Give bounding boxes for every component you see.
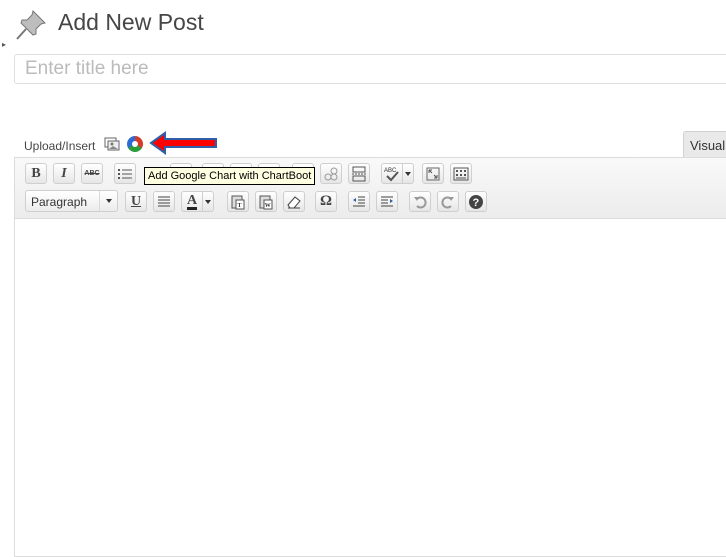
strikethrough-button[interactable]: ABC <box>81 163 103 184</box>
undo-icon <box>414 196 427 208</box>
svg-text:T: T <box>238 203 242 209</box>
outdent-icon <box>353 196 365 206</box>
tab-visual[interactable]: Visual <box>683 131 726 159</box>
svg-text:W: W <box>265 203 271 209</box>
bold-button[interactable]: B <box>25 163 47 184</box>
justify-icon <box>158 196 170 206</box>
spellcheck-icon: ABC <box>384 168 399 181</box>
paste-text-icon: T <box>231 195 245 209</box>
collapse-arrow-icon: ▸ <box>2 40 7 49</box>
svg-text:?: ? <box>473 197 480 209</box>
unlink-button[interactable] <box>320 163 342 184</box>
indent-button[interactable] <box>376 191 398 212</box>
remove-formatting-button[interactable] <box>283 191 305 212</box>
format-select-value: Paragraph <box>31 195 88 209</box>
svg-text:ABC: ABC <box>384 168 397 174</box>
red-arrow-annotation <box>149 131 217 155</box>
outdent-button[interactable] <box>348 191 370 212</box>
text-color-button[interactable]: A <box>181 191 203 212</box>
paste-as-text-button[interactable]: T <box>227 191 249 212</box>
text-color-icon: A <box>186 192 198 210</box>
chevron-down-icon <box>405 171 411 176</box>
insert-more-tag-button[interactable] <box>348 163 370 184</box>
text-color-dropdown[interactable] <box>203 191 214 212</box>
spellcheck-dropdown[interactable] <box>403 163 414 184</box>
underline-button[interactable]: U <box>125 191 147 212</box>
spellcheck-button[interactable]: ABC <box>381 163 403 184</box>
more-tag-icon <box>352 166 366 181</box>
fullscreen-icon <box>426 167 440 180</box>
chartboot-chart-icon[interactable] <box>127 136 143 152</box>
fullscreen-button[interactable] <box>422 163 444 184</box>
indent-icon <box>381 196 393 206</box>
unlink-icon <box>324 167 338 180</box>
chevron-down-icon <box>205 199 211 204</box>
redo-button[interactable] <box>437 191 459 212</box>
justify-button[interactable] <box>153 191 175 212</box>
undo-button[interactable] <box>409 191 431 212</box>
upload-insert-label: Upload/Insert <box>24 139 96 153</box>
format-select[interactable]: Paragraph <box>25 190 118 212</box>
paste-from-word-button[interactable]: W <box>255 191 277 212</box>
post-title-input[interactable] <box>14 54 726 84</box>
help-icon: ? <box>469 194 483 209</box>
bold-icon: B <box>31 165 41 181</box>
chevron-down-icon <box>99 191 117 211</box>
redo-icon <box>441 196 454 208</box>
eraser-icon <box>287 195 301 208</box>
kitchen-sink-button[interactable] <box>450 163 472 184</box>
strikethrough-icon: ABC <box>84 170 100 177</box>
italic-icon: I <box>61 165 67 181</box>
special-character-button[interactable]: Ω <box>315 191 337 212</box>
bullet-list-icon <box>118 168 132 179</box>
underline-icon: U <box>130 193 142 209</box>
italic-button[interactable]: I <box>53 163 75 184</box>
paste-word-icon: W <box>259 195 273 209</box>
page-title: Add New Post <box>58 9 204 35</box>
help-button[interactable]: ? <box>465 191 487 212</box>
pushpin-icon <box>16 10 46 40</box>
add-media-icon[interactable] <box>104 137 120 151</box>
omega-icon: Ω <box>319 193 332 209</box>
chartboot-tooltip: Add Google Chart with ChartBoot <box>144 167 316 185</box>
bullet-list-button[interactable] <box>114 163 136 184</box>
kitchen-sink-icon <box>453 167 469 180</box>
